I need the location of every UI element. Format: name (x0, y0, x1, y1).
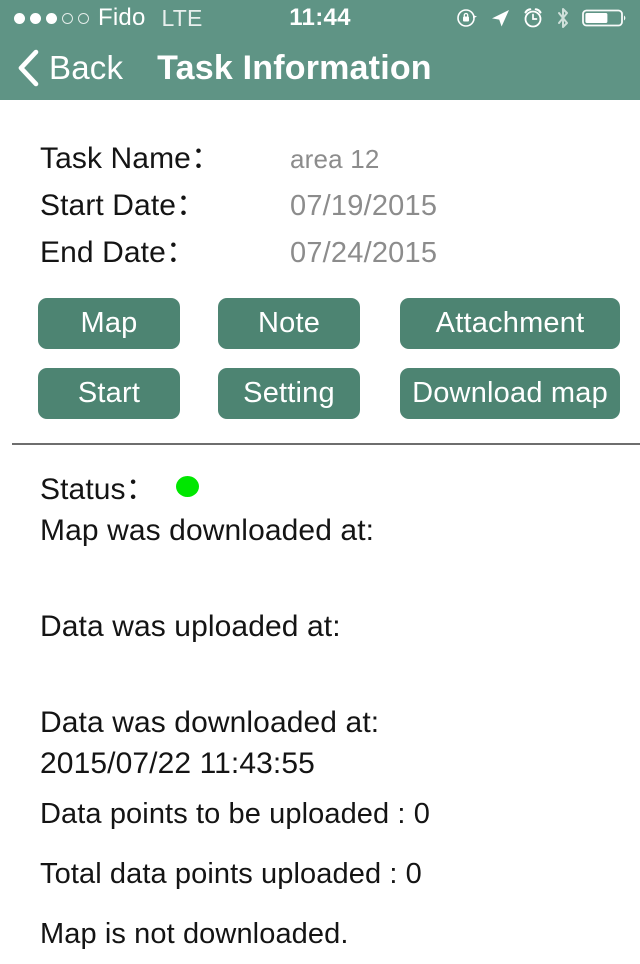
start-date-value: 07/19/2015 (290, 190, 438, 222)
chevron-left-icon (18, 49, 39, 87)
battery-icon (582, 9, 626, 27)
task-name-value: area 12 (290, 144, 380, 174)
carrier-label: Fido (98, 4, 146, 31)
signal-dot-filled (30, 12, 41, 24)
action-button-row-2: Start Setting Download map (0, 368, 640, 438)
end-date-row: End Date： 07/24/2015 (0, 227, 640, 274)
total-uploaded-line: Total data points uploaded : 0 (40, 858, 422, 890)
status-section: Status： Map was downloaded at: Data was … (0, 462, 640, 964)
back-button-label: Back (49, 49, 124, 86)
status-row: Status： (0, 462, 640, 510)
location-arrow-icon (492, 10, 509, 27)
task-name-row: Task Name： area 12 (0, 133, 640, 180)
action-button-grid: Map Note Attachment Start Setting Downlo… (0, 298, 640, 438)
start-date-row: Start Date： 07/19/2015 (0, 180, 640, 227)
back-button[interactable]: Back (16, 49, 123, 87)
bluetooth-icon (558, 8, 568, 28)
section-divider (12, 443, 640, 445)
signal-dot-filled (46, 12, 57, 24)
status-bar-icons (456, 6, 628, 30)
signal-strength-indicator (14, 12, 89, 24)
map-downloaded-value (0, 551, 640, 592)
data-uploaded-label: Data was uploaded at: (40, 610, 341, 643)
signal-dot-empty (62, 12, 73, 24)
map-state-line: Map is not downloaded. (40, 918, 349, 950)
signal-dot-filled (14, 12, 25, 24)
signal-dot-empty (78, 12, 89, 24)
start-date-label: Start Date： (40, 189, 207, 222)
action-button-row-1: Map Note Attachment (0, 298, 640, 368)
map-button[interactable]: Map (38, 298, 180, 349)
navigation-bar: Back Task Information (0, 36, 640, 100)
network-type-label: LTE (161, 4, 203, 31)
attachment-button[interactable]: Attachment (400, 298, 620, 349)
status-label: Status： (40, 473, 156, 506)
map-downloaded-label: Map was downloaded at: (40, 514, 375, 547)
note-button[interactable]: Note (218, 298, 360, 349)
download-map-button[interactable]: Download map (400, 368, 620, 419)
status-bar: Fido LTE 11:44 (0, 0, 640, 36)
rotation-lock-icon (457, 9, 477, 27)
alarm-clock-icon (524, 8, 542, 28)
setting-button[interactable]: Setting (218, 368, 360, 419)
start-button[interactable]: Start (38, 368, 180, 419)
end-date-label: End Date： (40, 236, 196, 269)
task-info-section: Task Name： area 12 Start Date： 07/19/201… (0, 100, 640, 274)
task-name-label: Task Name： (40, 142, 222, 175)
page-title: Task Information (157, 48, 432, 87)
data-downloaded-value: 2015/07/22 11:43:55 (40, 747, 315, 780)
data-downloaded-label: Data was downloaded at: (40, 706, 380, 739)
status-badge (175, 475, 199, 497)
data-uploaded-value (0, 647, 640, 688)
points-to-upload-line: Data points to be uploaded : 0 (40, 798, 430, 830)
end-date-value: 07/24/2015 (290, 237, 438, 269)
